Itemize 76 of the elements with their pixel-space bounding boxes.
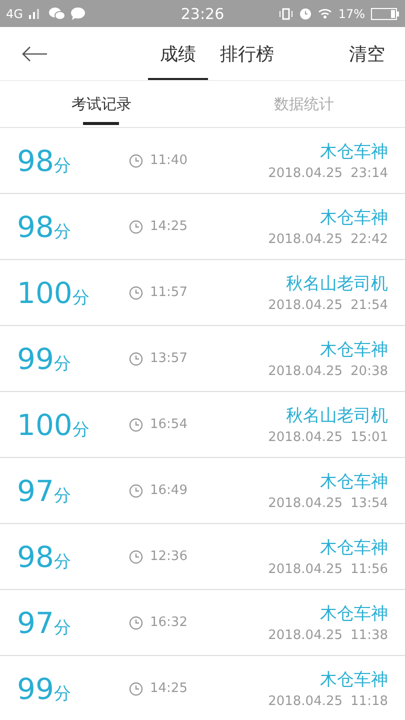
score-value: 100 xyxy=(17,408,72,442)
battery-percent: 17% xyxy=(338,6,366,20)
score-value: 99 xyxy=(17,672,54,706)
duration-text: 14:25 xyxy=(150,219,188,234)
record-date: 2018.04.25 xyxy=(268,430,343,445)
score-unit: 分 xyxy=(54,220,71,242)
chat-bubble-icon xyxy=(70,7,85,20)
clock-icon xyxy=(129,352,143,366)
score-unit: 分 xyxy=(54,550,71,572)
record-time: 20:38 xyxy=(350,364,388,379)
network-label: 4G xyxy=(6,6,23,20)
clock-icon xyxy=(129,220,143,234)
score-unit: 分 xyxy=(54,682,71,704)
record-date: 2018.04.25 xyxy=(268,232,343,247)
header-tab[interactable]: 排行榜 xyxy=(208,27,286,80)
record-date: 2018.04.25 xyxy=(268,628,343,643)
record-time: 11:56 xyxy=(350,562,388,577)
score-value: 98 xyxy=(17,144,54,178)
user-name: 木仓车神 xyxy=(320,207,388,229)
clock-time: 23:26 xyxy=(180,4,224,22)
record-time: 11:38 xyxy=(350,628,388,643)
back-arrow-icon[interactable] xyxy=(22,46,48,62)
duration-text: 11:40 xyxy=(150,153,188,168)
duration-text: 16:54 xyxy=(150,417,188,432)
alarm-icon xyxy=(299,7,312,20)
clock-icon xyxy=(129,154,143,168)
user-name: 木仓车神 xyxy=(320,339,388,361)
record-time: 11:18 xyxy=(350,694,388,709)
duration-text: 11:57 xyxy=(150,285,188,300)
user-name: 秋名山老司机 xyxy=(286,405,388,427)
duration-text: 16:32 xyxy=(150,615,188,630)
clock-icon xyxy=(129,682,143,696)
wechat-icon xyxy=(48,7,65,20)
score-value: 98 xyxy=(17,540,54,574)
duration-text: 16:49 xyxy=(150,483,188,498)
user-name: 秋名山老司机 xyxy=(286,273,388,295)
duration-text: 12:36 xyxy=(150,549,188,564)
clock-icon xyxy=(129,286,143,300)
user-name: 木仓车神 xyxy=(320,669,388,691)
score-value: 97 xyxy=(17,474,54,508)
score-unit: 分 xyxy=(54,484,71,506)
duration-text: 13:57 xyxy=(150,351,188,366)
score-unit: 分 xyxy=(54,616,71,638)
user-name: 木仓车神 xyxy=(320,537,388,559)
user-name: 木仓车神 xyxy=(320,471,388,493)
record-date: 2018.04.25 xyxy=(268,496,343,511)
header-tab[interactable]: 成绩 xyxy=(148,27,208,80)
clock-icon xyxy=(129,484,143,498)
clock-icon xyxy=(129,550,143,564)
score-unit: 分 xyxy=(54,154,71,176)
clear-button[interactable]: 清空 xyxy=(339,27,405,80)
score-unit: 分 xyxy=(72,418,90,440)
vibrate-icon xyxy=(279,8,294,20)
battery-icon xyxy=(371,8,400,20)
clock-icon xyxy=(129,418,143,432)
clock-icon xyxy=(129,616,143,630)
score-value: 98 xyxy=(17,210,54,244)
user-name: 木仓车神 xyxy=(320,141,388,163)
record-time: 21:54 xyxy=(350,298,388,313)
user-name: 木仓车神 xyxy=(320,603,388,625)
record-date: 2018.04.25 xyxy=(268,562,343,577)
wifi-icon xyxy=(318,8,332,19)
record-date: 2018.04.25 xyxy=(268,694,343,709)
score-value: 100 xyxy=(17,276,72,310)
record-date: 2018.04.25 xyxy=(268,298,343,313)
duration-text: 14:25 xyxy=(150,681,188,696)
record-time: 13:54 xyxy=(350,496,388,511)
record-date: 2018.04.25 xyxy=(268,166,343,181)
record-date: 2018.04.25 xyxy=(268,364,343,379)
score-unit: 分 xyxy=(54,352,71,374)
score-value: 97 xyxy=(17,606,54,640)
record-time: 22:42 xyxy=(350,232,388,247)
record-time: 15:01 xyxy=(350,430,388,445)
record-time: 23:14 xyxy=(350,166,388,181)
score-unit: 分 xyxy=(72,286,90,308)
score-value: 99 xyxy=(17,342,54,376)
